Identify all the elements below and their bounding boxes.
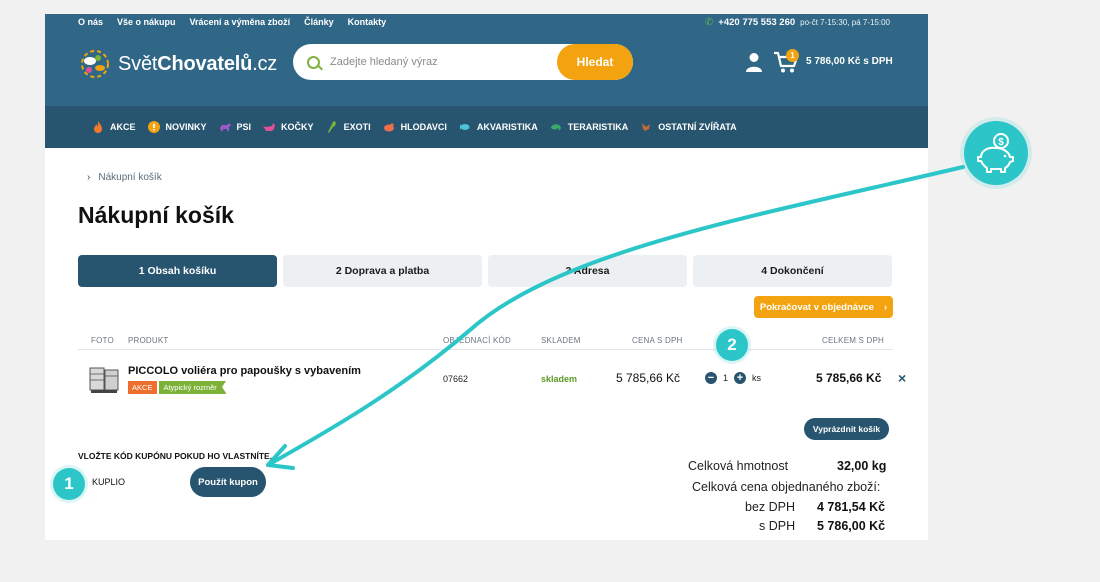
step-finish[interactable]: 4 Dokončení xyxy=(693,255,892,287)
dog-icon xyxy=(219,123,231,131)
category-nav: AKCE NOVINKY PSI KOČKY EXOTI HLODAVCI AK… xyxy=(45,106,928,148)
th-code: OBJEDNACÍ KÓD xyxy=(443,336,511,345)
continue-order-button[interactable]: Pokračovat v objednávce › xyxy=(754,296,893,318)
phone-icon: ✆ xyxy=(704,17,714,28)
table-divider xyxy=(78,349,893,350)
product-code: 07662 xyxy=(443,374,469,384)
th-photo: FOTO xyxy=(91,336,114,345)
top-link-articles[interactable]: Články xyxy=(304,17,334,27)
cart-count-badge: 1 xyxy=(786,49,799,62)
flame-icon xyxy=(94,121,102,133)
step-address[interactable]: 3 Adresa xyxy=(488,255,687,287)
top-link-shopping[interactable]: Vše o nákupu xyxy=(117,17,176,27)
cart-total[interactable]: 5 786,00 Kč s DPH xyxy=(806,56,893,67)
badge-akce: AKCE xyxy=(128,381,158,394)
product-badges: AKCE Atypický rozměr xyxy=(128,381,227,394)
chevron-right-icon: › xyxy=(883,301,888,313)
nav-item-akvaristika[interactable]: AKVARISTIKA xyxy=(459,121,538,133)
stock-status: skladem xyxy=(541,374,578,384)
unit-price: 5 785,66 Kč xyxy=(616,371,681,385)
breadcrumb: › Nákupní košík xyxy=(87,172,162,183)
bird-icon xyxy=(642,123,651,131)
callout-number-2: 2 xyxy=(716,329,748,361)
step-shipping-payment[interactable]: 2 Doprava a platba xyxy=(283,255,482,287)
coupon-label: VLOŽTE KÓD KUPÓNU POKUD HO VLASTNÍTE. xyxy=(78,451,273,461)
row-total: 5 785,66 Kč xyxy=(816,371,882,385)
coupon-input[interactable] xyxy=(92,468,192,496)
animals-logo-icon xyxy=(81,50,109,78)
price-excl-vat: 4 781,54 Kč xyxy=(817,500,886,514)
piggy-bank-icon: $ xyxy=(977,133,1014,173)
nav-item-kocky[interactable]: KOČKY xyxy=(263,121,314,133)
nav-item-exoti[interactable]: EXOTI xyxy=(326,121,371,133)
parrot-icon xyxy=(327,121,336,133)
weight-value: 32,00 kg xyxy=(837,459,887,473)
breadcrumb-current[interactable]: Nákupní košík xyxy=(98,172,161,183)
nav-item-novinky[interactable]: NOVINKY xyxy=(147,121,207,133)
product-name[interactable]: PICCOLO voliéra pro papoušky s vybavením xyxy=(128,365,361,377)
th-price: CENA S DPH xyxy=(632,336,683,345)
top-link-returns[interactable]: Vrácení a výměna zboží xyxy=(190,17,291,27)
nav-item-psi[interactable]: PSI xyxy=(219,121,251,133)
search-input[interactable] xyxy=(330,56,530,68)
rodent-icon xyxy=(383,123,394,132)
th-stock: SKLADEM xyxy=(541,336,581,345)
checkout-steps: 1 Obsah košíku 2 Doprava a platba 3 Adre… xyxy=(78,255,892,287)
order-price-label: Celková cena objednaného zboží: xyxy=(692,480,881,494)
phone-number[interactable]: +420 775 553 260 xyxy=(718,17,795,28)
nav-item-ostatni[interactable]: OSTATNÍ ZVÍŘATA xyxy=(640,121,737,133)
cat-icon xyxy=(263,123,276,131)
close-icon[interactable]: × xyxy=(898,370,906,386)
site-header: O nás Vše o nákupu Vrácení a výměna zbož… xyxy=(45,14,928,106)
site-logo[interactable]: SvětChovatelů.cz xyxy=(78,47,277,81)
plus-icon[interactable]: + xyxy=(734,372,747,384)
top-link-contacts[interactable]: Kontakty xyxy=(348,17,387,27)
nav-item-hlodavci[interactable]: HLODAVCI xyxy=(383,121,447,133)
fish-icon xyxy=(459,124,470,130)
top-contact: ✆ +420 775 553 260 po-čt 7-15:30, pá 7-1… xyxy=(705,17,890,28)
badge-atypical-size: Atypický rozměr xyxy=(159,381,227,394)
logo-text: SvětChovatelů.cz xyxy=(118,52,278,75)
price-incl-vat-label: s DPH xyxy=(759,519,796,533)
step-cart-content[interactable]: 1 Obsah košíku xyxy=(78,255,277,287)
chevron-right-icon: › xyxy=(87,172,91,183)
page-title: Nákupní košík xyxy=(78,202,234,228)
exclamation-icon xyxy=(147,121,160,133)
weight-label: Celková hmotnost xyxy=(688,459,789,473)
search-bar: Hledat xyxy=(293,44,633,80)
opening-hours: po-čt 7-15:30, pá 7-15:00 xyxy=(800,18,890,27)
user-icon[interactable] xyxy=(745,52,763,72)
table-row: PICCOLO voliéra pro papoušky s vybavením… xyxy=(78,354,906,406)
quantity-unit: ks xyxy=(752,373,762,383)
nav-item-akce[interactable]: AKCE xyxy=(92,121,136,133)
quantity-value: 1 xyxy=(723,373,729,383)
minus-icon[interactable]: − xyxy=(705,372,717,384)
top-links: O nás Vše o nákupu Vrácení a výměna zbož… xyxy=(78,17,386,27)
quantity-stepper: − 1 + ks xyxy=(705,372,761,384)
empty-cart-button[interactable]: Vyprázdnit košík xyxy=(804,418,889,440)
chameleon-icon xyxy=(550,124,561,131)
nav-item-teraristika[interactable]: TERARISTIKA xyxy=(550,121,628,133)
apply-coupon-button[interactable]: Použít kupon xyxy=(190,467,266,497)
search-button[interactable]: Hledat xyxy=(557,44,633,80)
price-excl-vat-label: bez DPH xyxy=(745,500,796,514)
th-total: CELKEM S DPH xyxy=(822,336,884,345)
price-incl-vat: 5 786,00 Kč xyxy=(817,519,886,533)
th-product: PRODUKT xyxy=(128,336,169,345)
search-icon xyxy=(307,55,320,69)
savings-badge: $ xyxy=(960,117,1032,189)
svg-text:$: $ xyxy=(998,137,1004,148)
product-thumbnail[interactable] xyxy=(86,362,122,398)
top-link-about[interactable]: O nás xyxy=(78,17,103,27)
callout-number-1: 1 xyxy=(53,468,85,500)
